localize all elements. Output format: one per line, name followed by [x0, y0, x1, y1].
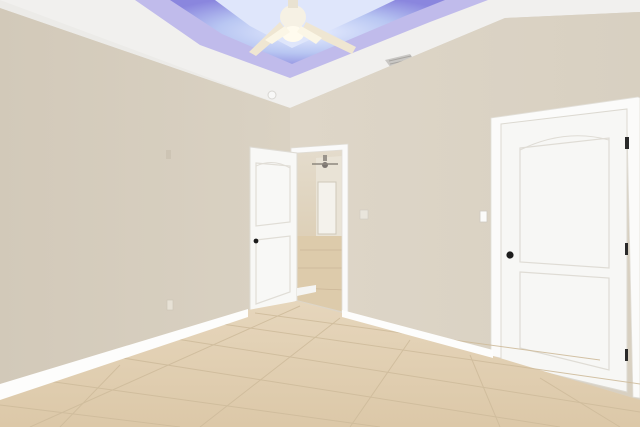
light-switch[interactable]	[479, 210, 488, 223]
closet-door[interactable]	[490, 96, 640, 399]
closet-door-knob[interactable]	[506, 251, 514, 259]
smoke-detector	[267, 90, 277, 100]
wall-mark	[166, 150, 171, 159]
room-photo	[0, 0, 640, 427]
door-hinge	[625, 137, 629, 149]
room-illustration	[0, 0, 640, 427]
door-hinge	[625, 349, 628, 361]
door-hinge	[625, 243, 628, 255]
outlet	[166, 299, 174, 311]
open-interior-door[interactable]	[249, 146, 298, 320]
hall-light-switch[interactable]	[359, 209, 369, 220]
door-knob[interactable]	[253, 238, 259, 244]
